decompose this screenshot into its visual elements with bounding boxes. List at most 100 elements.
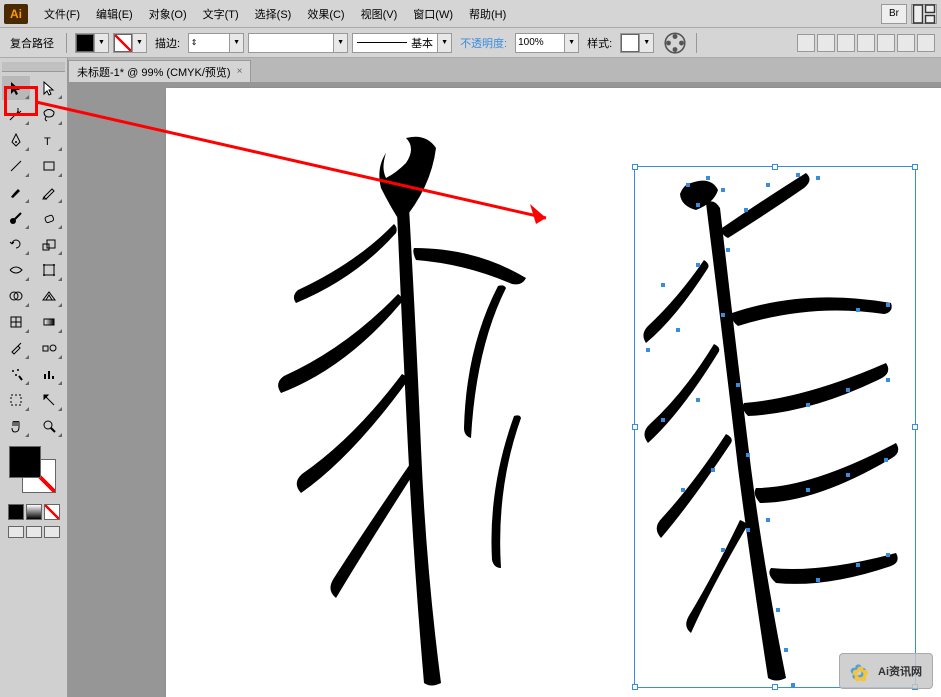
anchor-point[interactable] bbox=[766, 183, 770, 187]
normal-screen-button[interactable] bbox=[8, 526, 24, 538]
zoom-tool[interactable] bbox=[35, 414, 63, 438]
anchor-point[interactable] bbox=[886, 553, 890, 557]
anchor-point[interactable] bbox=[884, 458, 888, 462]
anchor-point[interactable] bbox=[744, 208, 748, 212]
menu-help[interactable]: 帮助(H) bbox=[461, 2, 514, 26]
align-top-button[interactable] bbox=[857, 34, 875, 52]
gradient-mode-button[interactable] bbox=[26, 504, 42, 520]
menu-edit[interactable]: 编辑(E) bbox=[88, 2, 141, 26]
anchor-point[interactable] bbox=[856, 563, 860, 567]
anchor-point[interactable] bbox=[816, 578, 820, 582]
anchor-point[interactable] bbox=[846, 473, 850, 477]
brush-definition[interactable]: 基本▼ bbox=[352, 33, 452, 53]
anchor-point[interactable] bbox=[796, 173, 800, 177]
anchor-point[interactable] bbox=[661, 283, 665, 287]
fill-color-picker[interactable]: ▼ bbox=[75, 33, 109, 53]
anchor-point[interactable] bbox=[726, 248, 730, 252]
anchor-point[interactable] bbox=[856, 308, 860, 312]
align-right-button[interactable] bbox=[837, 34, 855, 52]
anchor-point[interactable] bbox=[696, 263, 700, 267]
line-segment-tool[interactable] bbox=[2, 154, 30, 178]
anchor-point[interactable] bbox=[736, 383, 740, 387]
anchor-point[interactable] bbox=[846, 388, 850, 392]
column-graph-tool[interactable] bbox=[35, 362, 63, 386]
menu-file[interactable]: 文件(F) bbox=[36, 2, 88, 26]
menu-view[interactable]: 视图(V) bbox=[353, 2, 406, 26]
menu-object[interactable]: 对象(O) bbox=[141, 2, 195, 26]
anchor-point[interactable] bbox=[806, 403, 810, 407]
anchor-point[interactable] bbox=[806, 488, 810, 492]
shape-builder-tool[interactable] bbox=[2, 284, 30, 308]
align-vcenter-button[interactable] bbox=[877, 34, 895, 52]
transform-panel-button[interactable] bbox=[917, 34, 935, 52]
recolor-artwork-button[interactable] bbox=[662, 33, 688, 53]
anchor-point[interactable] bbox=[661, 418, 665, 422]
anchor-point[interactable] bbox=[766, 518, 770, 522]
blend-tool[interactable] bbox=[35, 336, 63, 360]
artboard-tool[interactable] bbox=[2, 388, 30, 412]
arrange-documents-button[interactable] bbox=[911, 4, 937, 24]
anchor-point[interactable] bbox=[816, 176, 820, 180]
none-mode-button[interactable] bbox=[44, 504, 60, 520]
anchor-point[interactable] bbox=[746, 528, 750, 532]
graphic-style-picker[interactable]: ▼ bbox=[620, 33, 654, 53]
anchor-point[interactable] bbox=[696, 203, 700, 207]
selection-handle-bc[interactable] bbox=[772, 684, 778, 690]
blob-brush-tool[interactable] bbox=[2, 206, 30, 230]
pen-tool[interactable] bbox=[2, 128, 30, 152]
perspective-grid-tool[interactable] bbox=[35, 284, 63, 308]
rotate-tool[interactable] bbox=[2, 232, 30, 256]
align-bottom-button[interactable] bbox=[897, 34, 915, 52]
eyedropper-tool[interactable] bbox=[2, 336, 30, 360]
selection-handle-tr[interactable] bbox=[912, 164, 918, 170]
menu-window[interactable]: 窗口(W) bbox=[405, 2, 461, 26]
mesh-tool[interactable] bbox=[2, 310, 30, 334]
hand-tool[interactable] bbox=[2, 414, 30, 438]
stroke-weight-input[interactable]: ⇕ ▼ bbox=[188, 33, 244, 53]
opacity-label[interactable]: 不透明度: bbox=[456, 35, 511, 51]
menu-effect[interactable]: 效果(C) bbox=[299, 2, 352, 26]
anchor-point[interactable] bbox=[696, 398, 700, 402]
anchor-point[interactable] bbox=[776, 608, 780, 612]
align-left-button[interactable] bbox=[797, 34, 815, 52]
fill-stroke-control[interactable] bbox=[9, 446, 59, 496]
anchor-point[interactable] bbox=[686, 183, 690, 187]
anchor-point[interactable] bbox=[791, 683, 795, 687]
stroke-color-picker[interactable]: ▼ bbox=[113, 33, 147, 53]
anchor-point[interactable] bbox=[721, 548, 725, 552]
bridge-button[interactable]: Br bbox=[881, 4, 907, 24]
gradient-tool[interactable] bbox=[35, 310, 63, 334]
anchor-point[interactable] bbox=[721, 188, 725, 192]
anchor-point[interactable] bbox=[646, 348, 650, 352]
color-mode-button[interactable] bbox=[8, 504, 24, 520]
fullscreen-menu-button[interactable] bbox=[26, 526, 42, 538]
anchor-point[interactable] bbox=[746, 453, 750, 457]
change-screen-button[interactable] bbox=[44, 526, 60, 538]
document-tab[interactable]: 未标题-1* @ 99% (CMYK/预览) × bbox=[68, 60, 251, 82]
menu-select[interactable]: 选择(S) bbox=[247, 2, 300, 26]
variable-width-profile[interactable]: ▼ bbox=[248, 33, 348, 53]
anchor-point[interactable] bbox=[886, 378, 890, 382]
slice-tool[interactable] bbox=[35, 388, 63, 412]
selection-handle-tl[interactable] bbox=[632, 164, 638, 170]
symbol-sprayer-tool[interactable] bbox=[2, 362, 30, 386]
free-transform-tool[interactable] bbox=[35, 258, 63, 282]
anchor-point[interactable] bbox=[784, 648, 788, 652]
selection-handle-bl[interactable] bbox=[632, 684, 638, 690]
opacity-input[interactable]: ▼ bbox=[515, 33, 579, 53]
width-tool[interactable] bbox=[2, 258, 30, 282]
direct-selection-tool[interactable] bbox=[35, 76, 63, 100]
selection-handle-mr[interactable] bbox=[912, 424, 918, 430]
anchor-point[interactable] bbox=[886, 303, 890, 307]
tools-panel-grip[interactable] bbox=[2, 62, 65, 72]
anchor-point[interactable] bbox=[676, 328, 680, 332]
selection-bounding-box[interactable] bbox=[634, 166, 916, 688]
align-hcenter-button[interactable] bbox=[817, 34, 835, 52]
anchor-point[interactable] bbox=[711, 468, 715, 472]
fill-swatch[interactable] bbox=[9, 446, 41, 478]
selection-handle-tc[interactable] bbox=[772, 164, 778, 170]
menu-type[interactable]: 文字(T) bbox=[195, 2, 247, 26]
close-tab-icon[interactable]: × bbox=[237, 66, 243, 77]
anchor-point[interactable] bbox=[706, 176, 710, 180]
anchor-point[interactable] bbox=[681, 488, 685, 492]
